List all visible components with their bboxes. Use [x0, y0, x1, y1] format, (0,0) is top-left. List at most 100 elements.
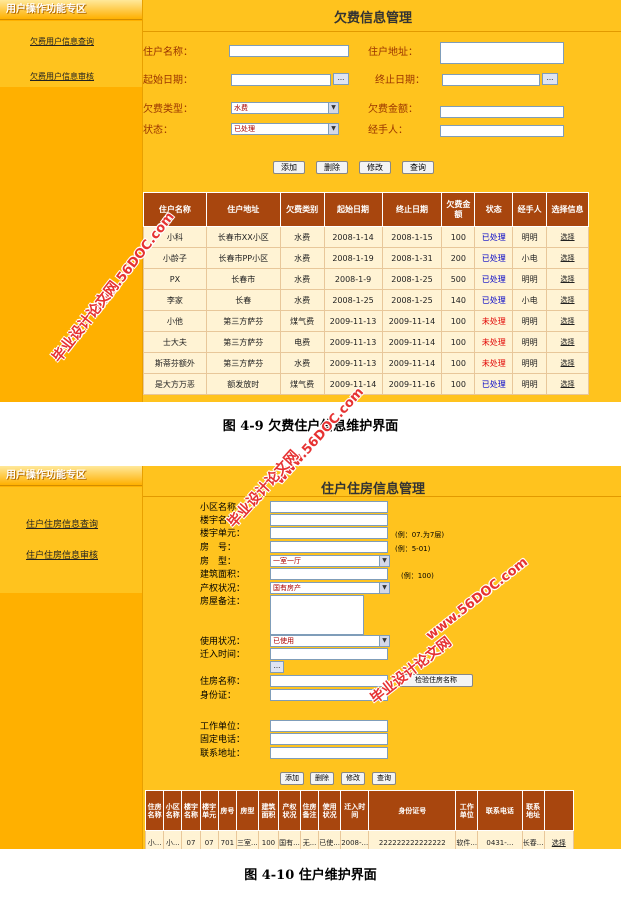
- sidebar-link-arrears-query[interactable]: 欠费用户信息查询: [30, 36, 94, 47]
- cell-col-5: 三室...: [235, 830, 259, 849]
- cell-address: 第三方萨芬: [205, 310, 281, 332]
- query-button[interactable]: 查询: [402, 161, 434, 174]
- header-col-2: 楼宇名称: [181, 790, 201, 831]
- owner-name-input[interactable]: [229, 45, 349, 57]
- cell-status: 已处理: [474, 247, 514, 269]
- cell-start-date: 2009-11-13: [323, 331, 383, 353]
- cell-end-date: 2008-1-15: [381, 226, 443, 248]
- use-status-select[interactable]: 已使用 ▼: [270, 635, 390, 647]
- cell-col-10: 2008-...: [340, 830, 370, 849]
- cell-col-3: 07: [199, 830, 219, 849]
- cell-end-date: 2008-1-31: [381, 247, 443, 269]
- cell-col-12: 软件...: [455, 830, 479, 849]
- housing-table: 住房名称 小区名称 楼宇名称 楼宇单元 房号 房型 建筑面积 产权状况 住房备注 使用状况 迁入时间…: [144, 790, 575, 849]
- area-input[interactable]: [270, 568, 388, 580]
- cell-col-0: 小...: [144, 830, 165, 849]
- table-row: 李家 长春 水费 2008-1-25 2008-1-25 140 已处理 小电 选择: [143, 289, 589, 311]
- cell-select[interactable]: 选择: [546, 331, 589, 353]
- cell-fee-type: 水费: [279, 352, 325, 374]
- header-col-8: 住房备注: [299, 790, 320, 831]
- title-divider: [143, 496, 621, 497]
- fee-amount-label: 欠费金额：: [368, 104, 418, 115]
- table-row: 是大方万恶 额发放时 煤气费 2009-11-14 2009-11-16 100 已处理 明明…: [143, 373, 589, 395]
- cell-amount: 100: [441, 331, 476, 353]
- sidebar-link-housing-review[interactable]: 住户住房信息审核: [26, 548, 98, 561]
- phone-input[interactable]: [270, 733, 388, 745]
- use-status-value: 已使用: [273, 637, 294, 645]
- contact-address-input[interactable]: [270, 747, 388, 759]
- work-unit-label: 工作单位：: [200, 722, 246, 732]
- remark-textarea[interactable]: [270, 595, 364, 635]
- cell-col-8: 无...: [299, 830, 320, 849]
- table-row: 小科 长春市XX小区 水费 2008-1-14 2008-1-15 100 已处理 明明 选择: [143, 226, 589, 248]
- header-fee-amount: 欠费金额: [441, 192, 476, 227]
- delete-button[interactable]: 删除: [316, 161, 348, 174]
- building-input[interactable]: [270, 514, 388, 526]
- table-row: 小他 第三方萨芬 煤气费 2009-11-13 2009-11-14 100 未处理 明明 选择: [143, 310, 589, 332]
- sidebar-link-arrears-review[interactable]: 欠费用户信息审核: [30, 71, 94, 82]
- room-input[interactable]: [270, 541, 388, 553]
- delete-button[interactable]: 删除: [310, 772, 334, 785]
- cell-select[interactable]: 选择: [546, 289, 589, 311]
- status-label: 状态：: [143, 125, 173, 136]
- work-unit-input[interactable]: [270, 720, 388, 732]
- property-select[interactable]: 国有房产 ▼: [270, 582, 390, 594]
- end-date-picker-button[interactable]: ...: [542, 73, 558, 85]
- cell-select[interactable]: 选择: [546, 226, 589, 248]
- cell-handler: 明明: [512, 373, 548, 395]
- header-col-0: 住房名称: [144, 790, 165, 831]
- cell-fee-type: 电费: [279, 331, 325, 353]
- header-owner-address: 住户地址: [205, 192, 281, 227]
- add-button[interactable]: 添加: [273, 161, 305, 174]
- header-handler: 经手人: [512, 192, 548, 227]
- header-select: 选择信息: [546, 192, 589, 227]
- add-button[interactable]: 添加: [280, 772, 304, 785]
- cell-select[interactable]: 选择: [546, 352, 589, 374]
- handler-input[interactable]: [440, 125, 564, 137]
- arrears-table: 住户名称 住户地址 欠费类别 起始日期 终止日期 欠费金额 状态 经手人 选择信…: [143, 192, 589, 395]
- chevron-down-icon: ▼: [379, 556, 389, 566]
- header-col-14: 联系地址: [521, 790, 545, 831]
- cell-handler: 明明: [512, 226, 548, 248]
- main-panel: 欠费信息管理 住户名称： 住户地址： 起始日期： ... 终止日期： ... 欠…: [143, 0, 621, 402]
- owner-address-textarea[interactable]: [440, 42, 564, 64]
- house-type-select[interactable]: 一室一厅 ▼: [270, 555, 390, 567]
- chevron-down-icon: ▼: [328, 103, 338, 113]
- cell-start-date: 2009-11-13: [323, 352, 383, 374]
- cell-select[interactable]: 选择: [546, 247, 589, 269]
- start-date-input[interactable]: [231, 74, 331, 86]
- cell-amount: 100: [441, 226, 476, 248]
- sidebar-title: 用户操作功能专区: [0, 0, 142, 20]
- cell-select[interactable]: 选择: [546, 310, 589, 332]
- edit-button[interactable]: 修改: [359, 161, 391, 174]
- fee-type-select[interactable]: 水费 ▼: [231, 102, 339, 114]
- cell-fee-type: 水费: [279, 247, 325, 269]
- end-date-input[interactable]: [442, 74, 540, 86]
- community-input[interactable]: [270, 501, 388, 513]
- cell-fee-type: 水费: [279, 226, 325, 248]
- fee-amount-input[interactable]: [440, 106, 564, 118]
- move-in-input[interactable]: [270, 648, 388, 660]
- status-value: 已处理: [234, 125, 255, 133]
- edit-button[interactable]: 修改: [341, 772, 365, 785]
- cell-end-date: 2009-11-16: [381, 373, 443, 395]
- status-select[interactable]: 已处理 ▼: [231, 123, 339, 135]
- query-button[interactable]: 查询: [372, 772, 396, 785]
- owner-name-input[interactable]: [270, 675, 388, 687]
- cell-handler: 明明: [512, 268, 548, 290]
- cell-handler: 小电: [512, 289, 548, 311]
- cell-handler: 明明: [512, 352, 548, 374]
- sidebar-link-housing-query[interactable]: 住户住房信息查询: [26, 517, 98, 530]
- move-in-label: 迁入时间：: [200, 650, 246, 660]
- move-in-date-picker-button[interactable]: ...: [270, 661, 284, 673]
- header-fee-type: 欠费类别: [279, 192, 325, 227]
- cell-select[interactable]: 选择: [546, 373, 589, 395]
- cell-col-14: 长春...: [521, 830, 545, 849]
- cell-select[interactable]: 选择: [546, 268, 589, 290]
- start-date-picker-button[interactable]: ...: [333, 73, 349, 85]
- cell-fee-type: 水费: [279, 268, 325, 290]
- unit-input[interactable]: [270, 527, 388, 539]
- cell-start-date: 2008-1-19: [323, 247, 383, 269]
- cell-amount: 140: [441, 289, 476, 311]
- cell-col-15[interactable]: 选择: [543, 830, 575, 849]
